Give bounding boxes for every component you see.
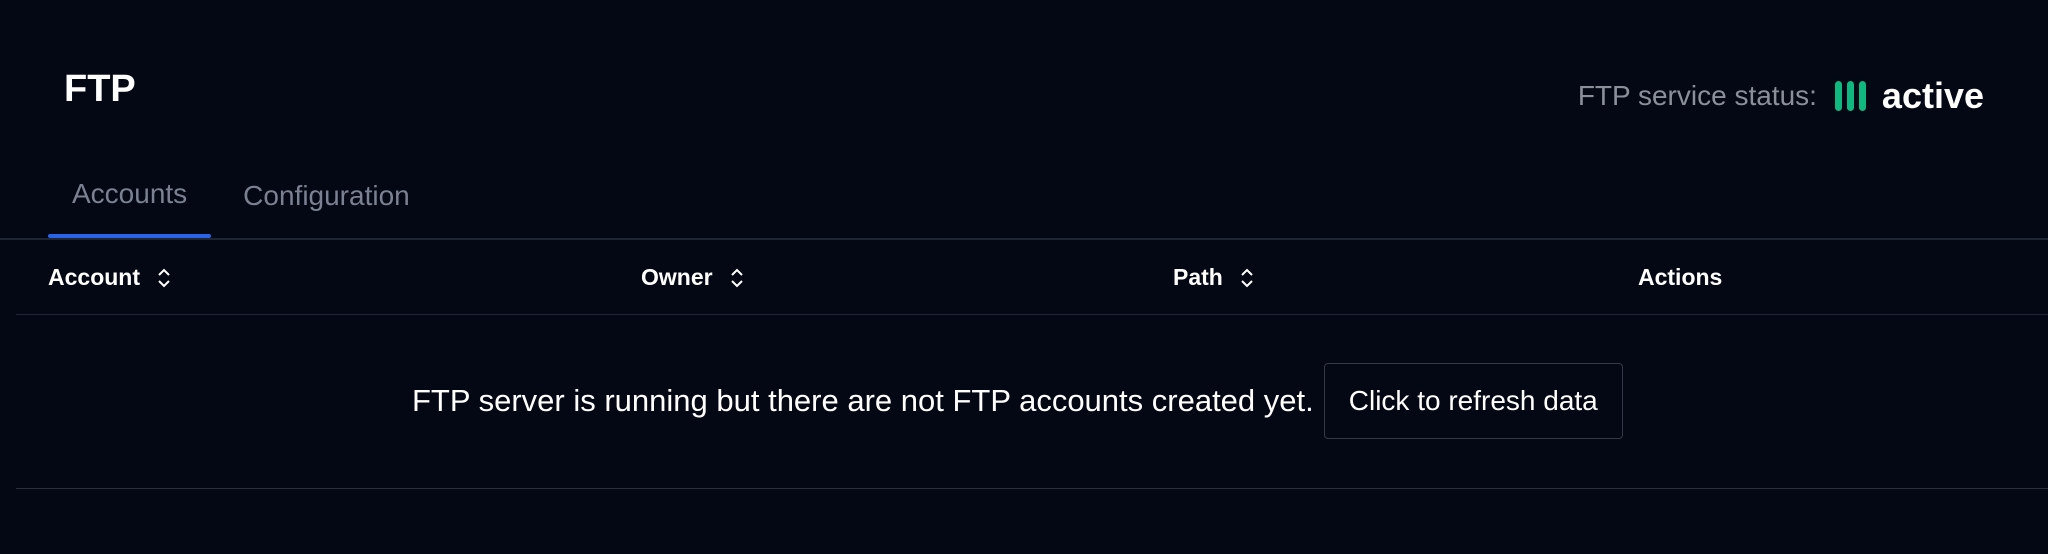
ftp-page: FTP FTP service status: active Accounts … xyxy=(0,0,2048,554)
service-status: FTP service status: active xyxy=(1578,74,1984,118)
column-header-account: Account xyxy=(48,240,172,315)
refresh-data-button[interactable]: Click to refresh data xyxy=(1323,363,1623,439)
column-header-owner: Owner xyxy=(641,240,745,315)
tab-accounts[interactable]: Accounts xyxy=(48,170,212,238)
column-label-path: Path xyxy=(1173,264,1223,290)
column-label-account: Account xyxy=(48,264,140,290)
service-status-label: FTP service status: xyxy=(1577,80,1817,111)
table-empty-row: FTP server is running but there are not … xyxy=(16,315,2048,489)
column-label-owner: Owner xyxy=(641,264,713,290)
service-status-value: active xyxy=(1881,75,1984,116)
tab-configuration[interactable]: Configuration xyxy=(219,170,434,238)
empty-message: FTP server is running but there are not … xyxy=(412,383,1314,418)
column-header-actions: Actions xyxy=(1638,240,1722,315)
column-header-path: Path xyxy=(1173,240,1255,315)
tab-bar: Accounts Configuration xyxy=(48,170,434,238)
table-header: Account Owner Path Actions xyxy=(16,240,2048,315)
status-bars-icon xyxy=(1834,80,1866,112)
sort-icon[interactable] xyxy=(156,267,172,289)
column-label-actions: Actions xyxy=(1638,264,1723,290)
page-title: FTP xyxy=(64,68,136,110)
empty-state: FTP server is running but there are not … xyxy=(412,363,1623,439)
sort-icon[interactable] xyxy=(729,267,745,289)
sort-icon[interactable] xyxy=(1239,267,1255,289)
